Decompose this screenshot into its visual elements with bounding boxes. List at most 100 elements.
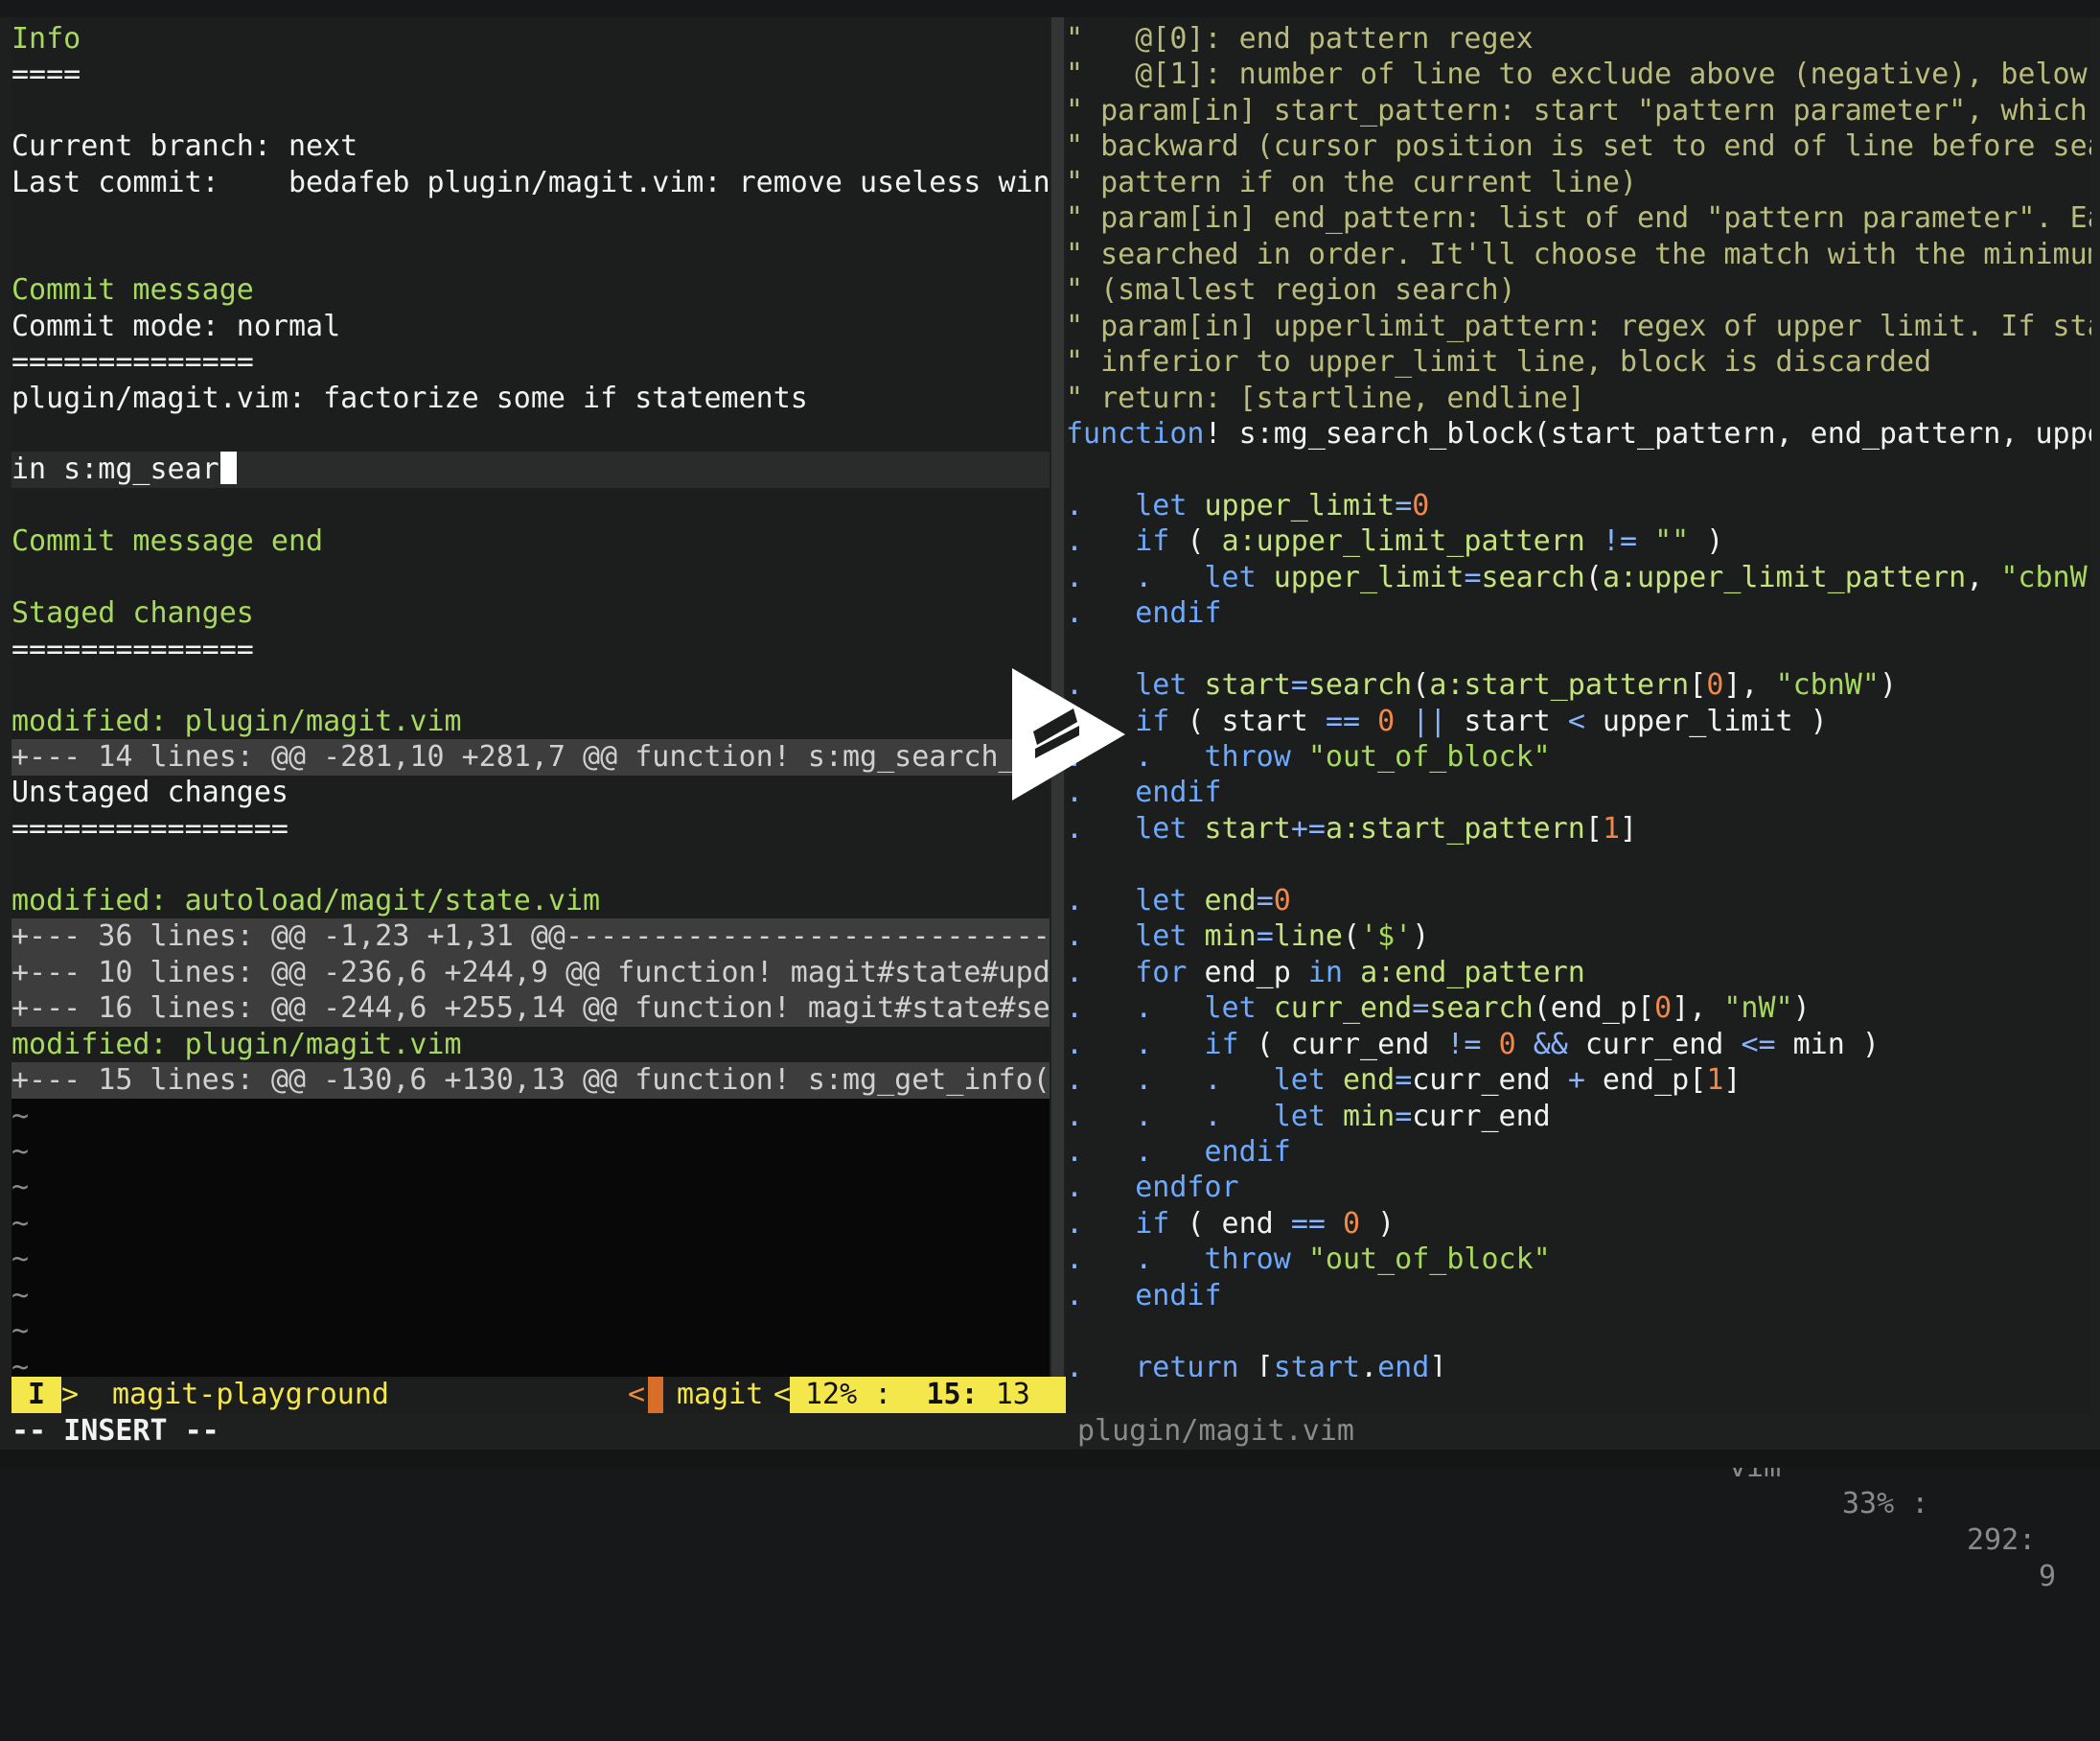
line-token: 0	[1498, 1027, 1516, 1061]
code-line: " pattern if on the current line)	[1066, 165, 2091, 201]
line-token: =	[1412, 991, 1430, 1026]
section-heading: Info	[12, 21, 1050, 58]
line-token: search	[1481, 560, 1585, 594]
line-token: end_p[	[1584, 1063, 1707, 1098]
line-token: in	[1307, 955, 1343, 989]
code-line: " @[0]: end pattern regex	[1066, 21, 2091, 58]
line-token: " searched in order. It'll choose the ma…	[1066, 237, 2091, 271]
fold-line[interactable]: +--- 36 lines: @@ -1,23 +1,31 @@--------…	[12, 918, 1050, 955]
empty-line-marker: ~	[12, 1242, 1050, 1278]
line-token: ],	[1723, 668, 1776, 703]
cursor-column: 13	[995, 1378, 1030, 1411]
fold-line[interactable]: +--- 15 lines: @@ -130,6 +130,13 @@ func…	[12, 1062, 1050, 1099]
buffer-line: ====	[12, 57, 1050, 93]
line-token: plugin/magit.vim: factorize some if stat…	[12, 381, 808, 415]
line-token: 0	[1273, 883, 1291, 917]
code-line: " param[in] start_pattern: start "patter…	[1066, 93, 2091, 129]
buffer-line	[12, 667, 1050, 704]
code-line: " param[in] end_pattern: list of end "pa…	[1066, 200, 2091, 237]
fold-line[interactable]: +--- 14 lines: @@ -281,10 +281,7 @@ func…	[12, 739, 1050, 776]
line-token: let	[1135, 811, 1205, 846]
line-token: . .	[1066, 1134, 1205, 1169]
buffer-line: Unstaged changes	[12, 775, 1050, 811]
line-token: 0	[1343, 1206, 1361, 1241]
line-token: curr_end	[1412, 1063, 1568, 1098]
line-token: ==	[1325, 704, 1361, 738]
line-token: .	[1066, 524, 1136, 559]
empty-line-marker: ~	[12, 1134, 1050, 1171]
line-token: let	[1204, 560, 1274, 594]
line-token: ],	[1672, 991, 1724, 1026]
line-token: Commit message	[12, 273, 254, 308]
line-token: min )	[1775, 1027, 1880, 1061]
line-token: if	[1204, 1027, 1239, 1061]
line-token: " return: [startline, endline]	[1066, 381, 1585, 415]
line-token: in s:mg_sear	[12, 453, 219, 487]
line-token: +--- 10 lines: @@ -236,6 +244,9 @@ funct…	[12, 955, 1050, 989]
line-token: .	[1066, 919, 1136, 954]
line-token: .	[1066, 955, 1136, 989]
buffer-name: magit-playground	[112, 1378, 389, 1411]
code-line: . . if ( curr_end != 0 && curr_end <= mi…	[1066, 1027, 2091, 1063]
code-line: . let min=line('$')	[1066, 918, 2091, 955]
line-token: modified: plugin/magit.vim	[12, 704, 462, 738]
scroll-percent: 33% :	[1842, 1487, 1929, 1520]
code-line: . if ( end == 0 )	[1066, 1206, 2091, 1242]
line-token: . .	[1066, 560, 1205, 594]
line-token: upper_limit	[1204, 488, 1396, 522]
line-token: ]	[1620, 811, 1638, 846]
buffer-line	[12, 200, 1050, 237]
section-heading: Commit message end	[12, 523, 1050, 560]
scroll-percent: 12% :	[805, 1378, 892, 1411]
magit-status-pane[interactable]: Info ==== Current branch: next Last commit:…	[12, 17, 1050, 1377]
line-token: let	[1135, 919, 1205, 954]
line-token: " @[1]: number of line to exclude above …	[1066, 58, 2091, 92]
empty-line-marker: ~	[12, 1278, 1050, 1314]
fold-line[interactable]: +--- 16 lines: @@ -244,6 +255,14 @@ func…	[12, 990, 1050, 1027]
cursor-line: 15:	[926, 1378, 979, 1411]
line-token: start	[1204, 811, 1291, 846]
line-token: a:upper_limit_pattern	[1602, 560, 1967, 594]
terminal-window: Info ==== Current branch: next Last commit:…	[0, 0, 2100, 1593]
line-token: 1	[1602, 811, 1620, 846]
code-line: . . throw "out_of_block"	[1066, 1242, 2091, 1278]
line-token: +--- 15 lines: @@ -130,6 +130,13 @@ func…	[12, 1063, 1050, 1098]
line-token: ]	[1723, 1063, 1742, 1098]
line-token: ,	[1360, 1350, 1378, 1377]
line-token: for	[1135, 955, 1188, 989]
fold-line[interactable]: +--- 10 lines: @@ -236,6 +244,9 @@ funct…	[12, 954, 1050, 991]
line-token: ================	[12, 811, 288, 846]
line-token: curr_end	[1567, 1027, 1742, 1061]
line-token: ~	[12, 1278, 30, 1312]
line-token: .	[1066, 1278, 1136, 1312]
line-token: min	[1343, 1099, 1396, 1133]
line-token: "out_of_block"	[1307, 1242, 1551, 1277]
line-token: a:start_pattern	[1429, 668, 1690, 703]
line-token: =	[1464, 560, 1482, 594]
line-token: &&	[1533, 1027, 1568, 1061]
source-editor-pane[interactable]: " @[0]: end pattern regex " @[1]: number …	[1066, 17, 2091, 1377]
code-line: . let upper_limit=0	[1066, 488, 2091, 524]
line-token: " (smallest region search)	[1066, 273, 1516, 308]
line-token: . .	[1066, 1242, 1205, 1277]
code-line: . endif	[1066, 595, 2091, 632]
buffer-line	[12, 488, 1050, 524]
line-token: ~	[12, 1350, 30, 1377]
play-icon[interactable]	[1006, 666, 1129, 802]
line-token: [	[1238, 1350, 1274, 1377]
line-token: endif	[1204, 1134, 1291, 1169]
code-line: . let start=search(a:start_pattern[0], "…	[1066, 667, 2091, 704]
line-token: endif	[1135, 596, 1222, 631]
line-token: .	[1066, 596, 1136, 631]
line-token: Info	[12, 22, 81, 56]
code-line: . for end_p in a:end_pattern	[1066, 955, 2091, 991]
buffer-line: plugin/magit.vim: factorize some if stat…	[12, 381, 1050, 417]
line-token: ! s:mg_search_block(start_pattern, end_p…	[1204, 416, 2092, 451]
commit-message-line[interactable]: in s:mg_sear	[12, 452, 1050, 488]
line-token: 0	[1412, 488, 1430, 522]
code-line: . endif	[1066, 1278, 2091, 1314]
